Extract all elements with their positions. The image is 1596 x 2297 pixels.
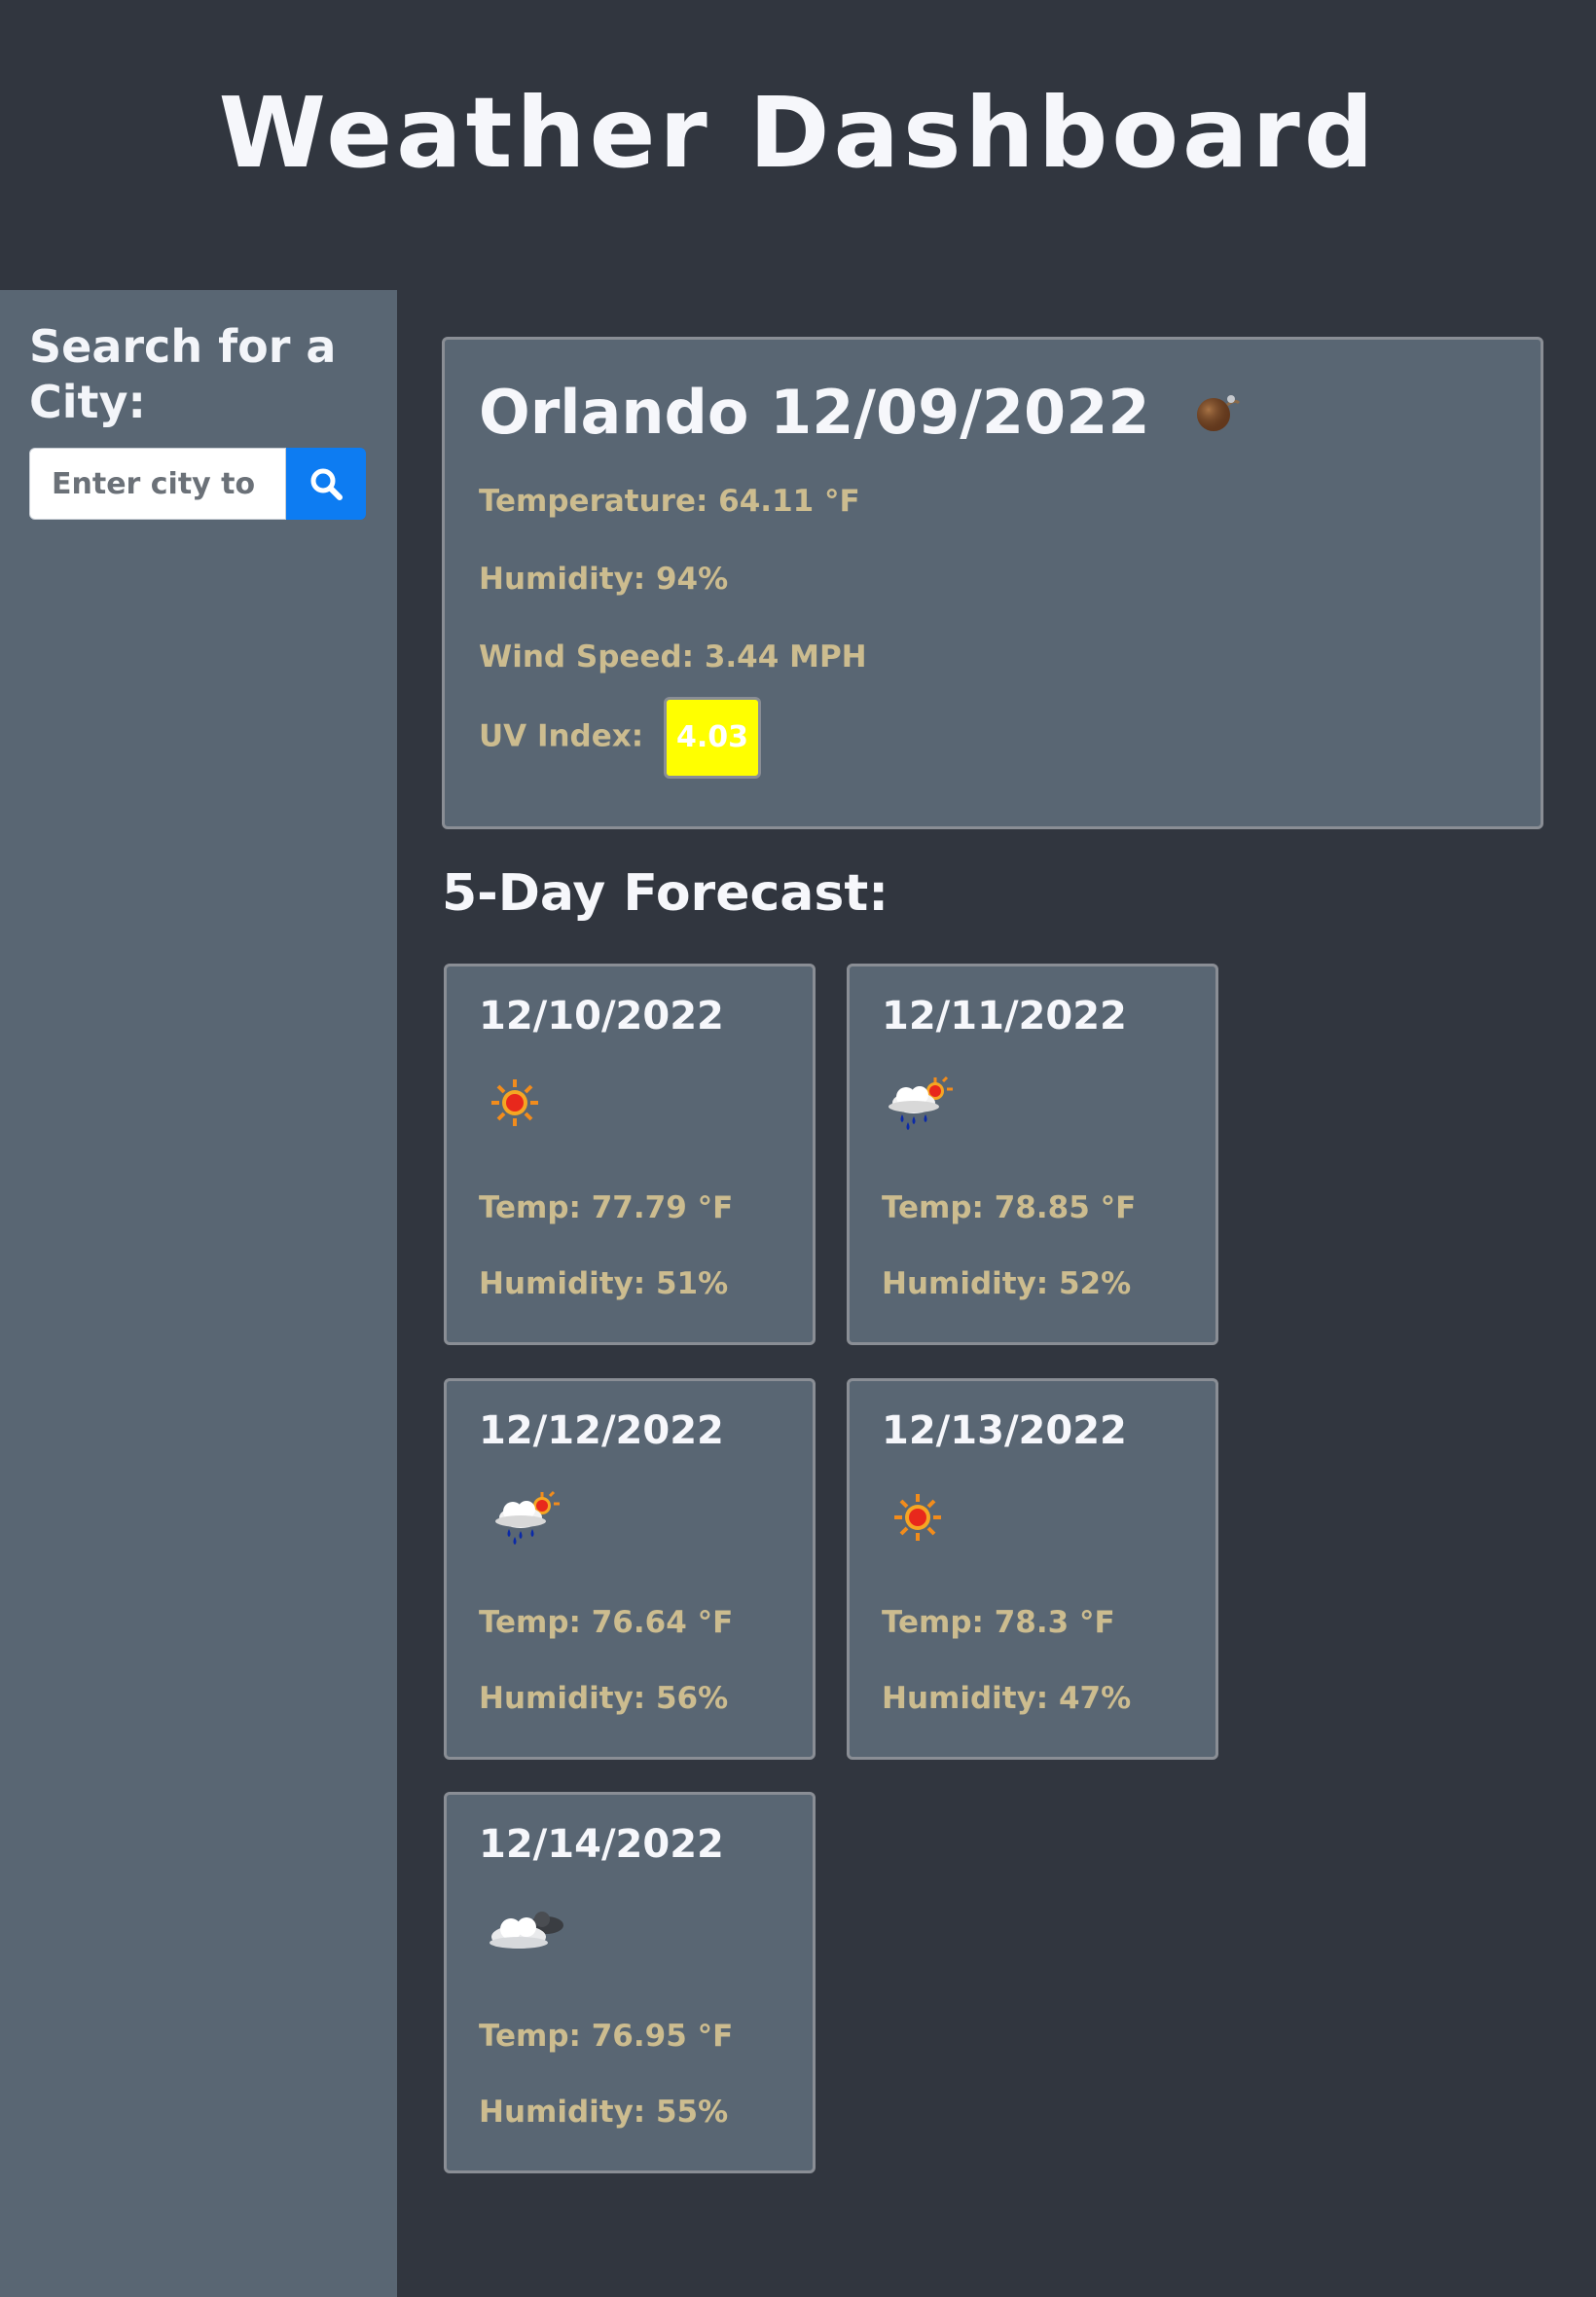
forecast-temp: Temp: 77.79 °F — [479, 1190, 734, 1225]
current-city-row: Orlando 12/09/2022 — [479, 377, 1243, 448]
forecast-date: 12/14/2022 — [479, 1822, 724, 1867]
search-form — [29, 448, 366, 520]
forecast-card: 12/11/2022 Temp: 78.85 °F Humidity: 52% — [847, 964, 1218, 1345]
current-weather-card: Orlando 12/09/2022 Temperature: 64.11 °F… — [442, 337, 1543, 829]
forecast-date: 12/13/2022 — [882, 1408, 1127, 1453]
search-button[interactable] — [286, 448, 366, 520]
forecast-date: 12/10/2022 — [479, 994, 724, 1039]
forecast-temp: Temp: 78.3 °F — [882, 1605, 1115, 1640]
current-temperature: Temperature: 64.11 °F — [479, 484, 860, 519]
forecast-card: 12/12/2022 Temp: 76.64 °F Humidity: 56% — [444, 1378, 816, 1760]
forecast-card: 12/13/2022 Temp: 78.3 °F Humidity: 47% — [847, 1378, 1218, 1760]
forecast-temp: Temp: 76.64 °F — [479, 1605, 734, 1640]
header: Weather Dashboard — [0, 0, 1596, 290]
search-icon — [310, 468, 343, 500]
sun-icon — [486, 1074, 563, 1151]
forecast-temp: Temp: 78.85 °F — [882, 1190, 1137, 1225]
current-uv-row: UV Index: 4.03 — [479, 697, 761, 779]
forecast-card: 12/10/2022 Temp: 77.79 °F Humidity: 51% — [444, 964, 816, 1345]
mist-icon — [1197, 394, 1241, 431]
forecast-date: 12/11/2022 — [882, 994, 1127, 1039]
current-humidity: Humidity: 94% — [479, 562, 729, 597]
sidebar: Search for a City: — [0, 290, 397, 2297]
current-wind-speed: Wind Speed: 3.44 MPH — [479, 639, 867, 675]
search-title: Search for a City: — [29, 320, 337, 428]
uv-index-badge: 4.03 — [663, 697, 761, 779]
forecast-humidity: Humidity: 56% — [479, 1681, 729, 1716]
rain-sun-icon — [486, 1488, 563, 1566]
forecast-title: 5-Day Forecast: — [442, 864, 889, 923]
cloud-icon — [486, 1902, 563, 1980]
search-input[interactable] — [29, 448, 286, 520]
page-title: Weather Dashboard — [218, 76, 1378, 190]
forecast-card: 12/14/2022 Temp: 76.95 °F Humidity: 55% — [444, 1792, 816, 2173]
forecast-date: 12/12/2022 — [479, 1408, 724, 1453]
uv-label: UV Index: — [479, 718, 644, 754]
forecast-temp: Temp: 76.95 °F — [479, 2019, 734, 2054]
forecast-humidity: Humidity: 51% — [479, 1266, 729, 1301]
forecast-humidity: Humidity: 52% — [882, 1266, 1132, 1301]
sun-icon — [889, 1488, 966, 1566]
rain-sun-icon — [879, 1074, 957, 1151]
current-city-date: Orlando 12/09/2022 — [479, 377, 1150, 448]
forecast-humidity: Humidity: 47% — [882, 1681, 1132, 1716]
forecast-humidity: Humidity: 55% — [479, 2095, 729, 2130]
